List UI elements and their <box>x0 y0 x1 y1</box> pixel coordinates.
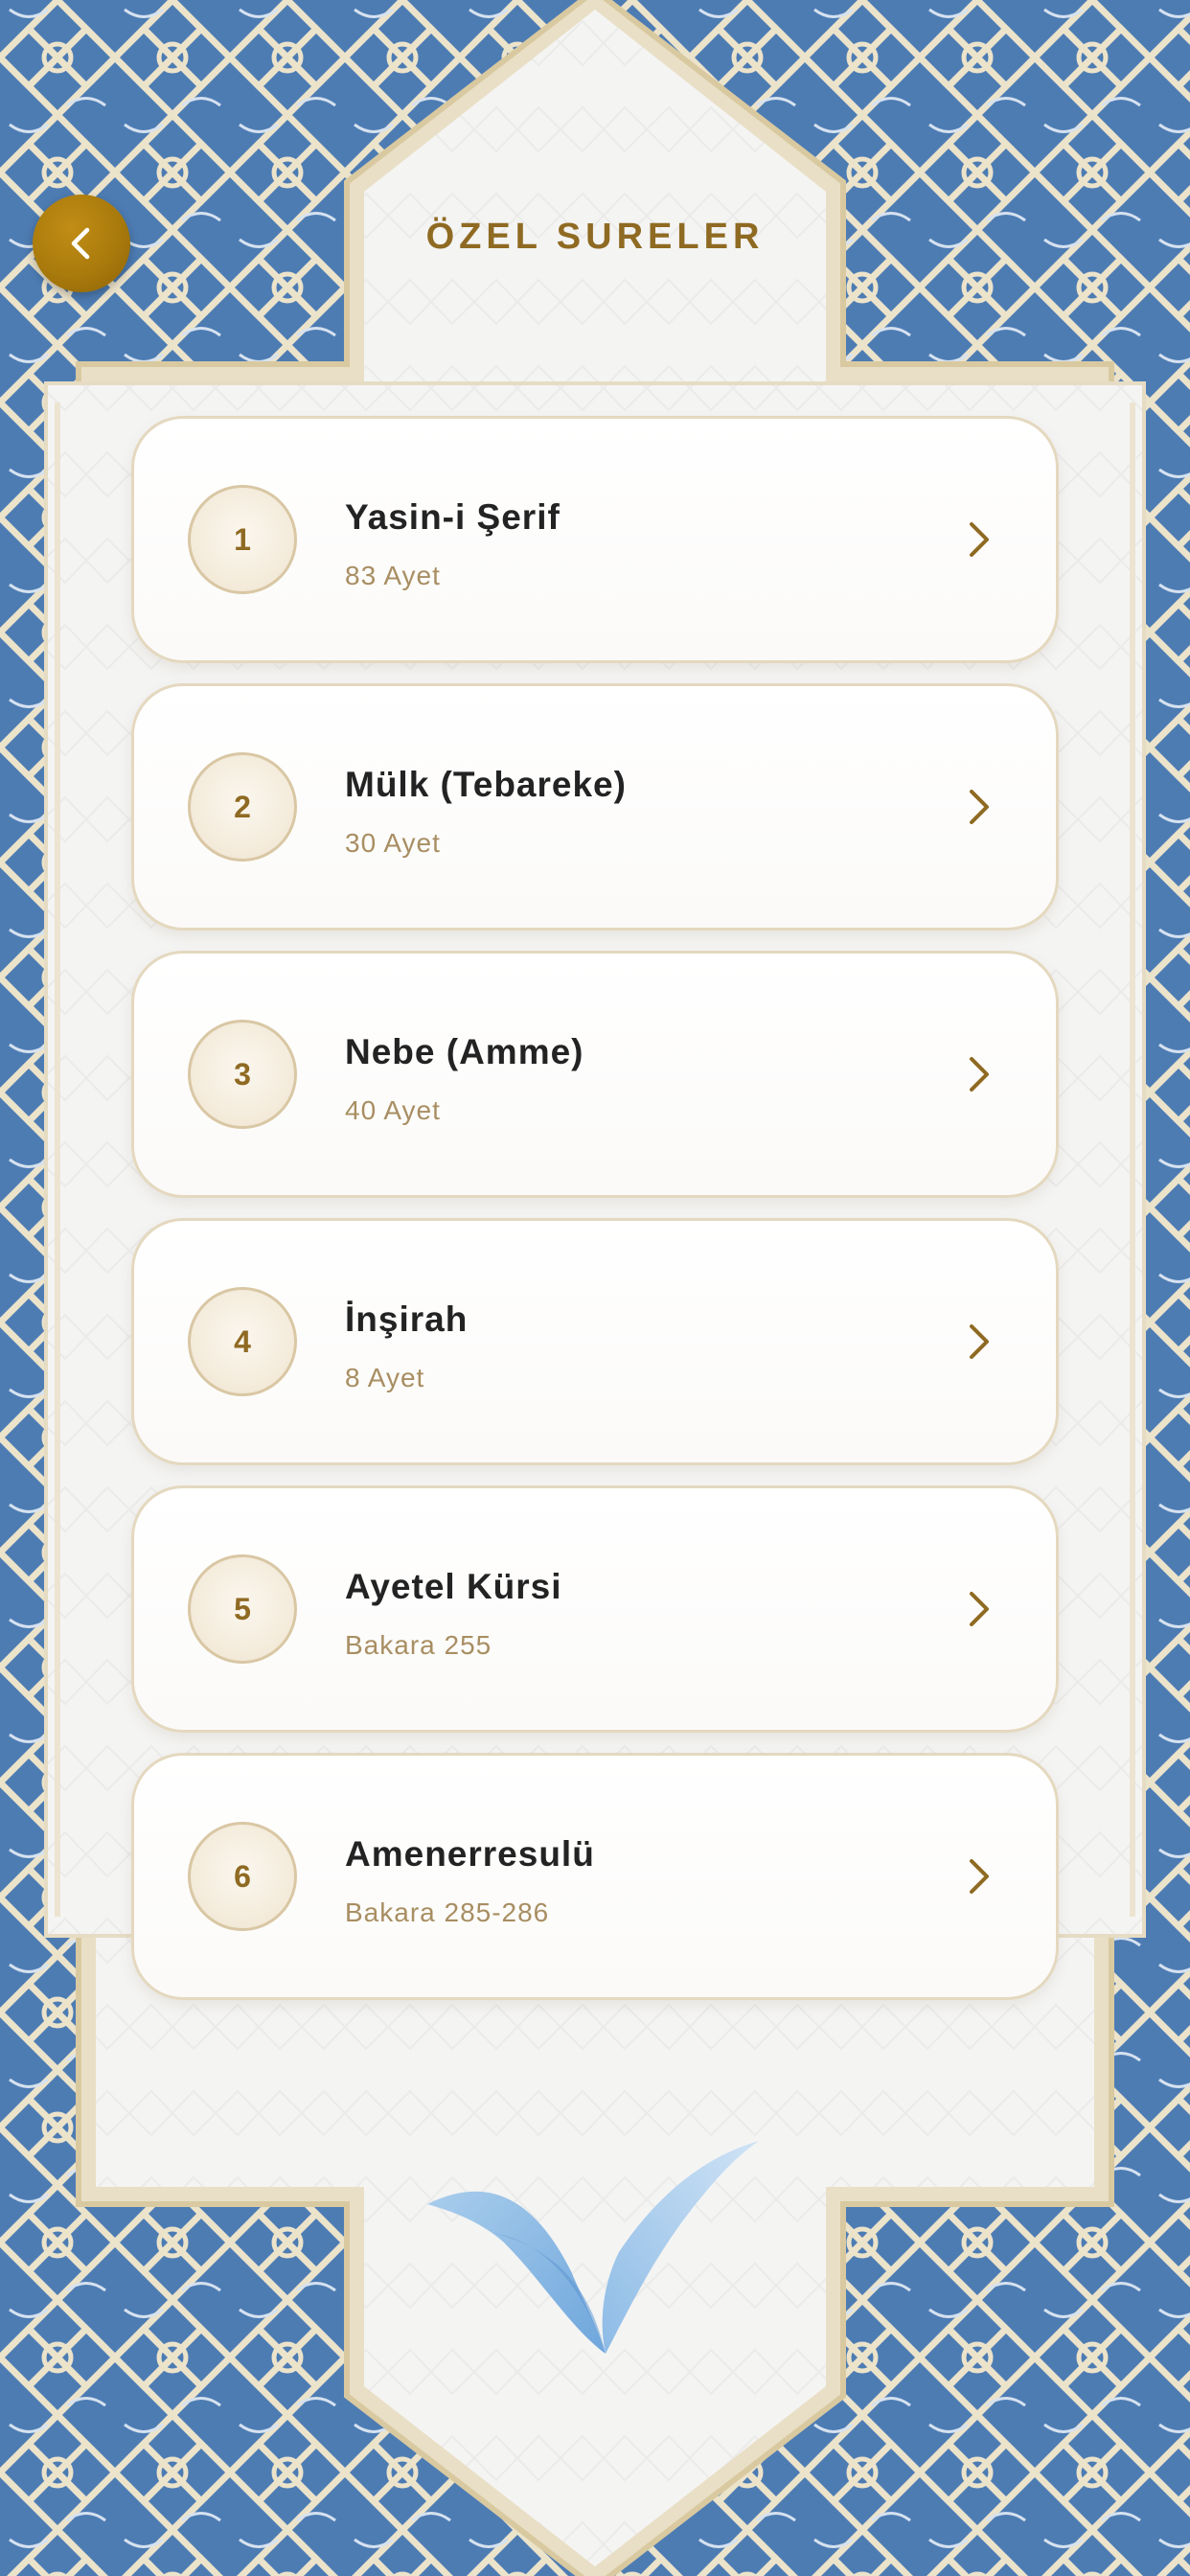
sura-list: 1 Yasin-i Şerif 83 Ayet 2 Mülk (Tebareke… <box>131 416 1059 2020</box>
sura-detail: Bakara 255 <box>345 1630 492 1660</box>
sura-card[interactable]: 2 Mülk (Tebareke) 30 Ayet <box>131 683 1059 931</box>
sura-detail: 83 Ayet <box>345 561 441 590</box>
app-logo <box>427 2141 759 2354</box>
number-badge: 1 <box>188 485 297 594</box>
sura-name: Amenerresulü <box>345 1834 595 1874</box>
screen: ÖZEL SURELER 1 Yasin-i Şerif 83 Ayet 2 M… <box>0 0 1190 2576</box>
sura-detail: 40 Ayet <box>345 1095 441 1125</box>
sura-card[interactable]: 6 Amenerresulü Bakara 285-286 <box>131 1753 1059 2000</box>
chevron-right-icon <box>970 1057 989 1092</box>
number-badge: 4 <box>188 1287 297 1396</box>
number-badge: 6 <box>188 1822 297 1931</box>
sura-card[interactable]: 1 Yasin-i Şerif 83 Ayet <box>131 416 1059 663</box>
sura-name: Nebe (Amme) <box>345 1032 584 1071</box>
sura-name: Mülk (Tebareke) <box>345 765 627 804</box>
sura-card[interactable]: 4 İnşirah 8 Ayet <box>131 1218 1059 1465</box>
sura-card[interactable]: 5 Ayetel Kürsi Bakara 255 <box>131 1485 1059 1733</box>
chevron-right-icon <box>970 790 989 824</box>
number-badge: 3 <box>188 1020 297 1129</box>
number-badge: 5 <box>188 1554 297 1664</box>
sura-detail: 30 Ayet <box>345 828 441 858</box>
number-badge: 2 <box>188 752 297 862</box>
sura-detail: 8 Ayet <box>345 1363 425 1392</box>
chevron-right-icon <box>970 1592 989 1626</box>
sura-detail: Bakara 285-286 <box>345 1898 550 1927</box>
chevron-right-icon <box>970 1859 989 1894</box>
chevron-right-icon <box>970 1324 989 1359</box>
sura-name: Yasin-i Şerif <box>345 497 561 537</box>
sura-card[interactable]: 3 Nebe (Amme) 40 Ayet <box>131 951 1059 1198</box>
sura-name: İnşirah <box>345 1300 469 1339</box>
chevron-right-icon <box>970 522 989 557</box>
page-title: ÖZEL SURELER <box>425 217 765 257</box>
sura-name: Ayetel Kürsi <box>345 1567 562 1606</box>
